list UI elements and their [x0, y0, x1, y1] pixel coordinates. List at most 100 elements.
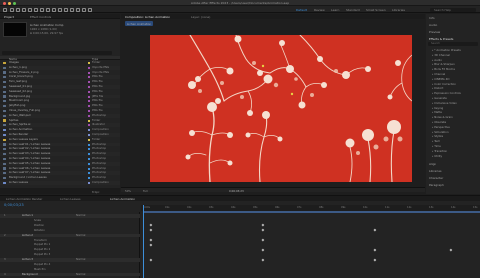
blend-mode-dropdown[interactable]: Normal — [76, 234, 85, 238]
label-color-chip[interactable] — [88, 119, 91, 122]
label-color-chip[interactable] — [88, 172, 91, 175]
effect-category[interactable]: * Animation Presets — [432, 48, 461, 52]
project-item[interactable]: Images Folder — [0, 61, 120, 65]
resolution-dropdown[interactable]: Full — [143, 189, 148, 193]
label-color-chip[interactable] — [88, 162, 91, 165]
label-color-chip[interactable] — [88, 100, 91, 103]
label-color-chip[interactable] — [88, 110, 91, 112]
effect-category[interactable]: Matte — [432, 110, 442, 114]
label-color-chip[interactable] — [88, 153, 91, 156]
pan-behind-tool-icon[interactable] — [40, 7, 44, 12]
zoom-level-dropdown[interactable]: 50% — [125, 189, 131, 193]
keyframe-marker[interactable] — [261, 228, 265, 232]
audio-panel-header[interactable]: Audio — [429, 23, 437, 27]
puppet-pin-tool-icon[interactable] — [88, 7, 92, 12]
current-time-indicator[interactable] — [143, 205, 144, 278]
label-color-chip[interactable] — [88, 71, 91, 74]
effect-category[interactable]: Audio — [432, 58, 442, 62]
timeline-timecode[interactable]: 0;00;03;23 — [4, 203, 24, 207]
keyframe-marker[interactable] — [261, 238, 265, 242]
timeline-layer-row[interactable]: 4 Background Normal — [0, 272, 140, 277]
label-color-chip[interactable] — [88, 177, 91, 180]
blend-mode-dropdown[interactable]: Normal — [76, 273, 85, 277]
zoom-tool-icon[interactable] — [22, 7, 26, 12]
effect-category[interactable]: Stylize — [432, 134, 443, 138]
keyframe-marker[interactable] — [149, 243, 153, 247]
timeline-property-row[interactable]: Transform — [0, 239, 140, 243]
label-color-chip[interactable] — [88, 62, 91, 64]
project-item[interactable]: Fern_leaf.png PNG file — [0, 80, 120, 84]
pen-tool-icon[interactable] — [52, 7, 56, 12]
project-item[interactable]: Lichen Leaf 04 / Lichen Leaves Photoshop — [0, 157, 120, 161]
effect-category[interactable]: Blur & Sharpen — [432, 62, 454, 66]
effect-category[interactable]: Color Correction — [432, 82, 456, 86]
roto-brush-tool-icon[interactable] — [82, 7, 86, 12]
effect-category[interactable]: Distort — [432, 86, 443, 90]
tab-timeline-render[interactable]: Lichen Animation Render — [6, 197, 42, 201]
eraser-tool-icon[interactable] — [76, 7, 80, 12]
timeline-property-row[interactable]: Puppet Pin 3 — [0, 253, 140, 257]
paragraph-panel-header[interactable]: Paragraph — [429, 183, 444, 187]
project-item[interactable]: Seaweed_02.png PNG file — [0, 90, 120, 94]
effects-presets-header[interactable]: Effects & Presets — [429, 37, 453, 41]
keyframe-marker[interactable] — [261, 248, 265, 252]
project-item[interactable]: Coral_branch.png PNG file — [0, 75, 120, 80]
column-type[interactable]: Type — [92, 57, 98, 61]
effect-category[interactable]: Keying — [432, 106, 443, 110]
label-color-chip[interactable] — [88, 158, 91, 160]
workspace-libraries[interactable]: Libraries — [392, 8, 405, 12]
project-search-input[interactable] — [2, 51, 112, 55]
keyframe-marker[interactable] — [261, 223, 265, 227]
effect-category[interactable]: Obsolete — [432, 120, 446, 124]
label-color-chip[interactable] — [88, 66, 91, 69]
effect-category[interactable]: 3D Channel — [432, 53, 450, 57]
project-item[interactable]: Jellyfish.png PNG file — [0, 104, 120, 108]
label-color-chip[interactable] — [88, 81, 91, 84]
viewer-timecode[interactable]: 0;00;03;23 — [229, 189, 244, 193]
effect-category[interactable]: Time — [432, 144, 441, 148]
label-color-chip[interactable] — [88, 138, 91, 141]
selection-tool-icon[interactable] — [10, 7, 14, 12]
effects-search-input[interactable]: Search — [428, 42, 478, 46]
timeline-property-row[interactable]: Mesh Pin — [0, 268, 140, 272]
timeline-property-row[interactable]: Puppet Pin 4 — [0, 263, 140, 267]
column-name[interactable]: Name — [9, 57, 17, 61]
timeline-property-row[interactable]: Scale — [0, 219, 140, 223]
effect-category[interactable]: Transition — [432, 149, 447, 153]
effect-category[interactable]: Text — [432, 139, 439, 143]
blend-mode-dropdown[interactable]: Normal — [76, 258, 85, 262]
type-tool-icon[interactable] — [58, 7, 62, 12]
brush-tool-icon[interactable] — [64, 7, 68, 12]
comp-flowchart-tab[interactable]: Lichen Animation — [125, 21, 154, 26]
effect-category[interactable]: Immersive Video — [432, 101, 457, 105]
keyframe-marker[interactable] — [373, 248, 377, 252]
timeline-property-row[interactable]: Puppet Pin 2 — [0, 248, 140, 252]
tab-timeline-animation[interactable]: Lichen Animation — [110, 197, 135, 201]
home-icon[interactable] — [3, 7, 7, 12]
project-item[interactable]: Vines_Overlay_Full.png PNG file — [0, 109, 120, 113]
timeline-layer-row[interactable]: 1 Lichen 1 Normal — [0, 214, 140, 218]
tab-project[interactable]: Project — [4, 15, 14, 19]
workspace-review[interactable]: Review — [314, 8, 325, 12]
effect-category[interactable]: CINEMA 4D — [432, 77, 449, 81]
project-item[interactable]: Lichen Animation Composition — [0, 128, 120, 132]
bit-depth-label[interactable]: 8 bpc — [92, 190, 99, 194]
effect-category[interactable]: Perspective — [432, 125, 450, 129]
timeline-layer-row[interactable]: 2 Lichen 2 Normal — [0, 233, 140, 238]
tab-timeline-leaves[interactable]: Lichen Leaves — [60, 197, 80, 201]
tab-effect-controls[interactable]: Effect Controls — [30, 15, 51, 19]
keyframe-marker[interactable] — [149, 228, 153, 232]
camera-tool-icon[interactable] — [34, 7, 38, 12]
workspace-small-screen[interactable]: Small Screen — [366, 8, 386, 12]
timeline-property-row[interactable]: Rotation — [0, 229, 140, 233]
rotate-tool-icon[interactable] — [28, 7, 32, 12]
label-color-chip[interactable] — [88, 148, 91, 151]
clone-stamp-tool-icon[interactable] — [70, 7, 74, 12]
label-color-chip[interactable] — [88, 114, 91, 117]
composition-viewer[interactable]: Lichen Animation — [121, 19, 425, 186]
blend-mode-dropdown[interactable]: Normal — [76, 214, 85, 218]
project-item[interactable]: Lichen Leaf 01 / Lichen Leaves Photoshop — [0, 142, 120, 147]
project-item[interactable]: Lichen Leaves Layers Folder — [0, 138, 120, 142]
label-color-chip[interactable] — [88, 134, 91, 136]
label-color-chip[interactable] — [88, 95, 91, 98]
